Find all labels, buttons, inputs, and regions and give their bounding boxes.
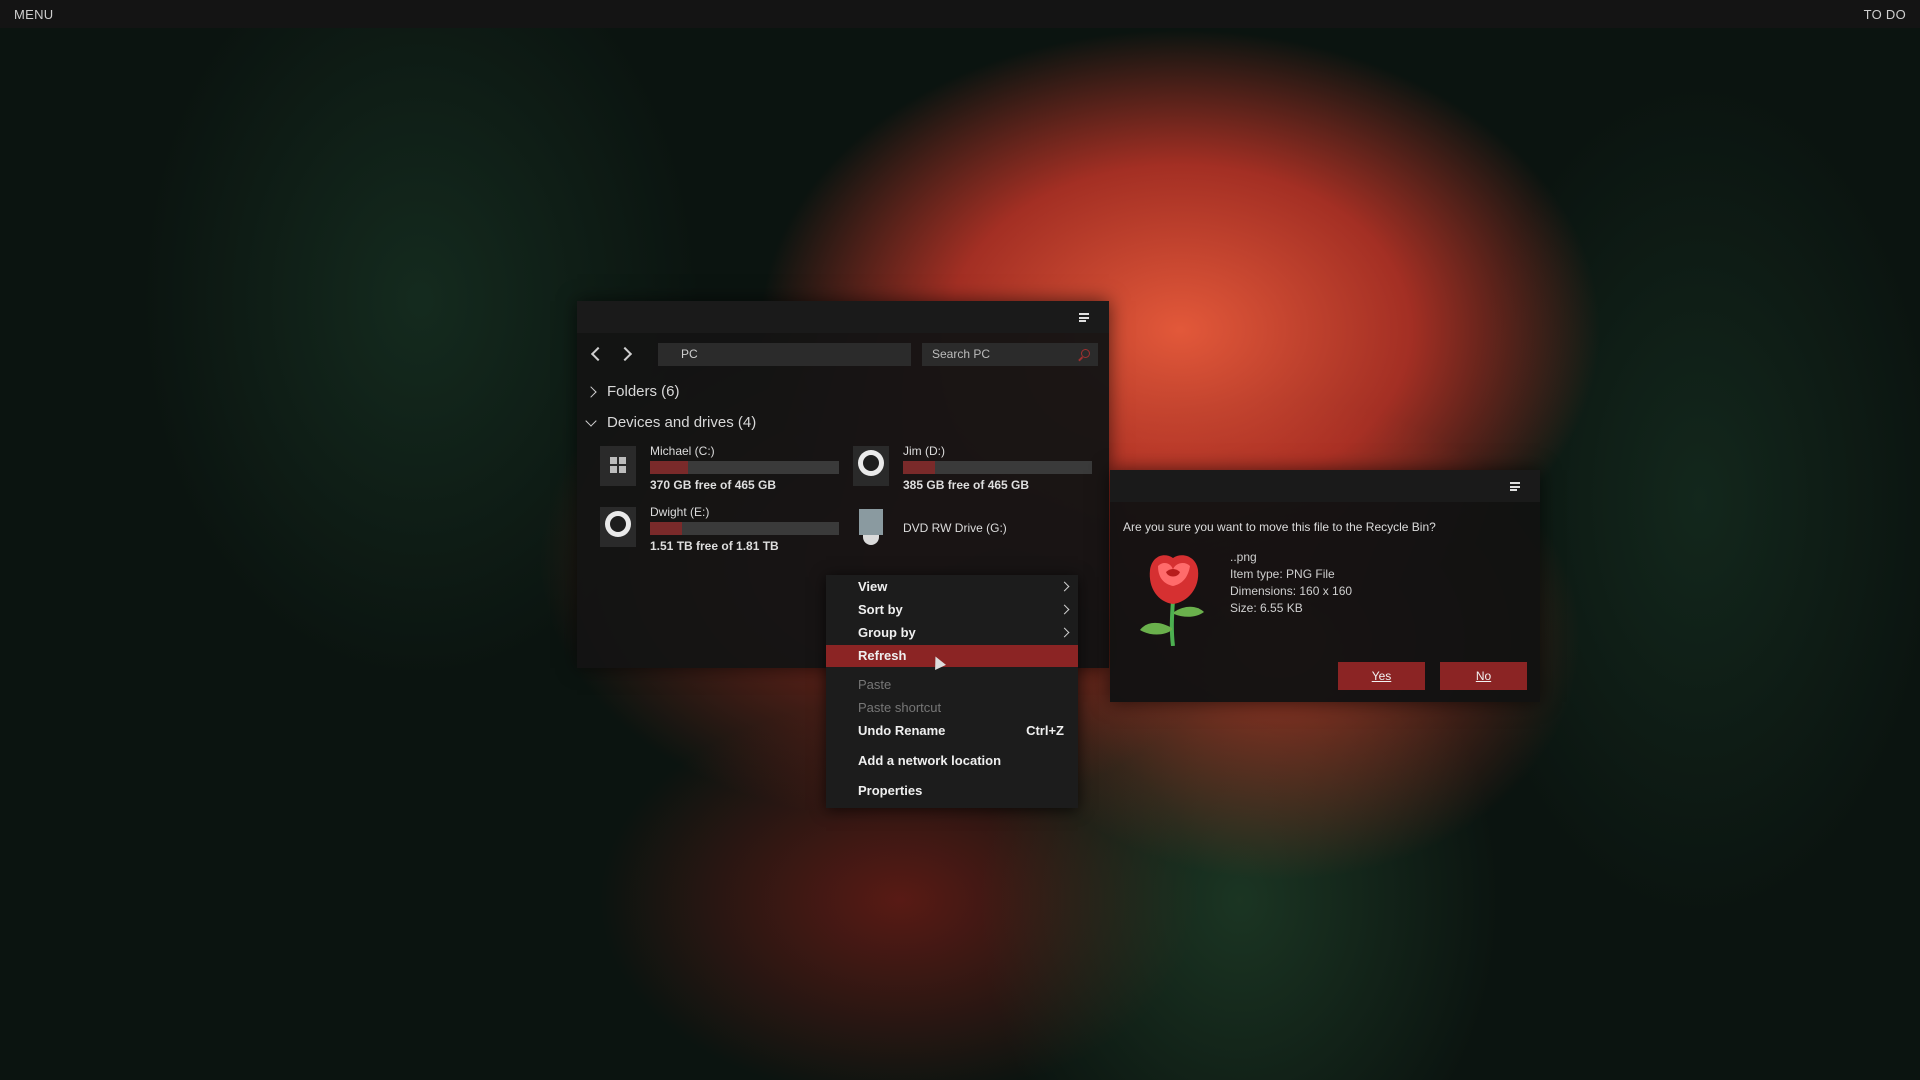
hard-drive-icon: [853, 446, 889, 486]
windows-logo-icon: [600, 446, 636, 486]
menu-item-sort-by[interactable]: Sort by: [826, 599, 1078, 621]
group-folders-label: Folders (6): [607, 383, 680, 400]
chevron-right-icon: [1059, 627, 1070, 638]
menu-item-label: Properties: [858, 783, 923, 798]
drive-c[interactable]: Michael (C:) 370 GB free of 465 GB: [600, 444, 840, 494]
top-bar: MENU TO DO: [0, 0, 1920, 28]
menu-item-add-network-location[interactable]: Add a network location: [826, 750, 1078, 772]
drive-usage-bar: [903, 461, 1092, 474]
menu-item-label: Add a network location: [858, 753, 1002, 768]
menu-item-label: Paste shortcut: [858, 700, 942, 715]
group-devices-label: Devices and drives (4): [607, 414, 757, 431]
file-item-type: Item type: PNG File: [1230, 567, 1335, 581]
file-name: ..png: [1230, 550, 1257, 564]
yes-button[interactable]: Yes: [1338, 662, 1425, 690]
hamburger-menu-icon[interactable]: [1079, 313, 1089, 322]
rose-image: [1140, 555, 1204, 646]
delete-file-dialog: Are you sure you want to move this file …: [1110, 470, 1540, 702]
chevron-down-icon: [585, 414, 597, 427]
drive-name: Michael (C:): [650, 444, 715, 458]
drive-usage-bar: [650, 461, 839, 474]
menu-item-view[interactable]: View: [826, 576, 1078, 598]
search-icon[interactable]: [1081, 349, 1090, 358]
chevron-left-icon: [590, 346, 606, 362]
drive-g[interactable]: DVD RW Drive (G:): [853, 505, 1093, 555]
back-button[interactable]: [587, 344, 606, 362]
context-menu: View Sort by Group by Refresh Paste Past…: [826, 575, 1078, 808]
todo-button[interactable]: TO DO: [1864, 7, 1920, 22]
drive-usage-bar: [650, 522, 839, 535]
search-input[interactable]: Search PC: [922, 343, 1098, 366]
no-button[interactable]: No: [1440, 662, 1527, 690]
drive-e[interactable]: Dwight (E:) 1.51 TB free of 1.81 TB: [600, 505, 840, 555]
explorer-titlebar[interactable]: [577, 301, 1109, 333]
menu-button[interactable]: MENU: [0, 7, 53, 22]
address-bar[interactable]: PC: [658, 343, 911, 366]
address-text: PC: [681, 347, 698, 361]
file-size: Size: 6.55 KB: [1230, 601, 1303, 615]
menu-item-shortcut: Ctrl+Z: [1026, 723, 1064, 738]
hard-drive-icon: [600, 507, 636, 547]
drive-name: Dwight (E:): [650, 505, 710, 519]
chevron-right-icon: [1059, 604, 1070, 615]
dialog-titlebar[interactable]: [1110, 470, 1540, 502]
chevron-right-icon: [585, 385, 597, 398]
search-placeholder: Search PC: [932, 347, 991, 361]
group-devices-and-drives[interactable]: Devices and drives (4): [585, 414, 757, 431]
chevron-right-icon: [1059, 581, 1070, 592]
dvd-drive-icon: [853, 507, 889, 547]
menu-item-label: Refresh: [858, 648, 907, 663]
menu-item-refresh[interactable]: Refresh: [826, 645, 1078, 667]
drive-free-space: 385 GB free of 465 GB: [903, 478, 1030, 492]
forward-button[interactable]: [617, 344, 636, 362]
menu-item-label: Undo Rename: [858, 723, 946, 738]
dialog-question: Are you sure you want to move this file …: [1123, 520, 1436, 534]
menu-item-label: Sort by: [858, 602, 903, 617]
file-info: ..png Item type: PNG File Dimensions: 16…: [1230, 549, 1352, 617]
drive-name: DVD RW Drive (G:): [903, 521, 1007, 535]
chevron-right-icon: [617, 346, 633, 362]
drive-name: Jim (D:): [903, 444, 945, 458]
hamburger-menu-icon[interactable]: [1510, 482, 1520, 491]
menu-item-label: Paste: [858, 677, 892, 692]
drive-d[interactable]: Jim (D:) 385 GB free of 465 GB: [853, 444, 1093, 494]
menu-item-paste-shortcut[interactable]: Paste shortcut: [826, 697, 1078, 719]
menu-item-group-by[interactable]: Group by: [826, 622, 1078, 644]
navigation-bar: PC Search PC: [577, 333, 1109, 373]
menu-item-label: Group by: [858, 625, 916, 640]
menu-item-undo-rename[interactable]: Undo Rename Ctrl+Z: [826, 720, 1078, 742]
group-folders[interactable]: Folders (6): [585, 383, 680, 400]
drive-free-space: 370 GB free of 465 GB: [650, 478, 777, 492]
menu-item-properties[interactable]: Properties: [826, 780, 1078, 802]
menu-item-label: View: [858, 579, 888, 594]
file-dimensions: Dimensions: 160 x 160: [1230, 584, 1353, 598]
drive-free-space: 1.51 TB free of 1.81 TB: [650, 539, 779, 553]
menu-item-paste[interactable]: Paste: [826, 674, 1078, 696]
